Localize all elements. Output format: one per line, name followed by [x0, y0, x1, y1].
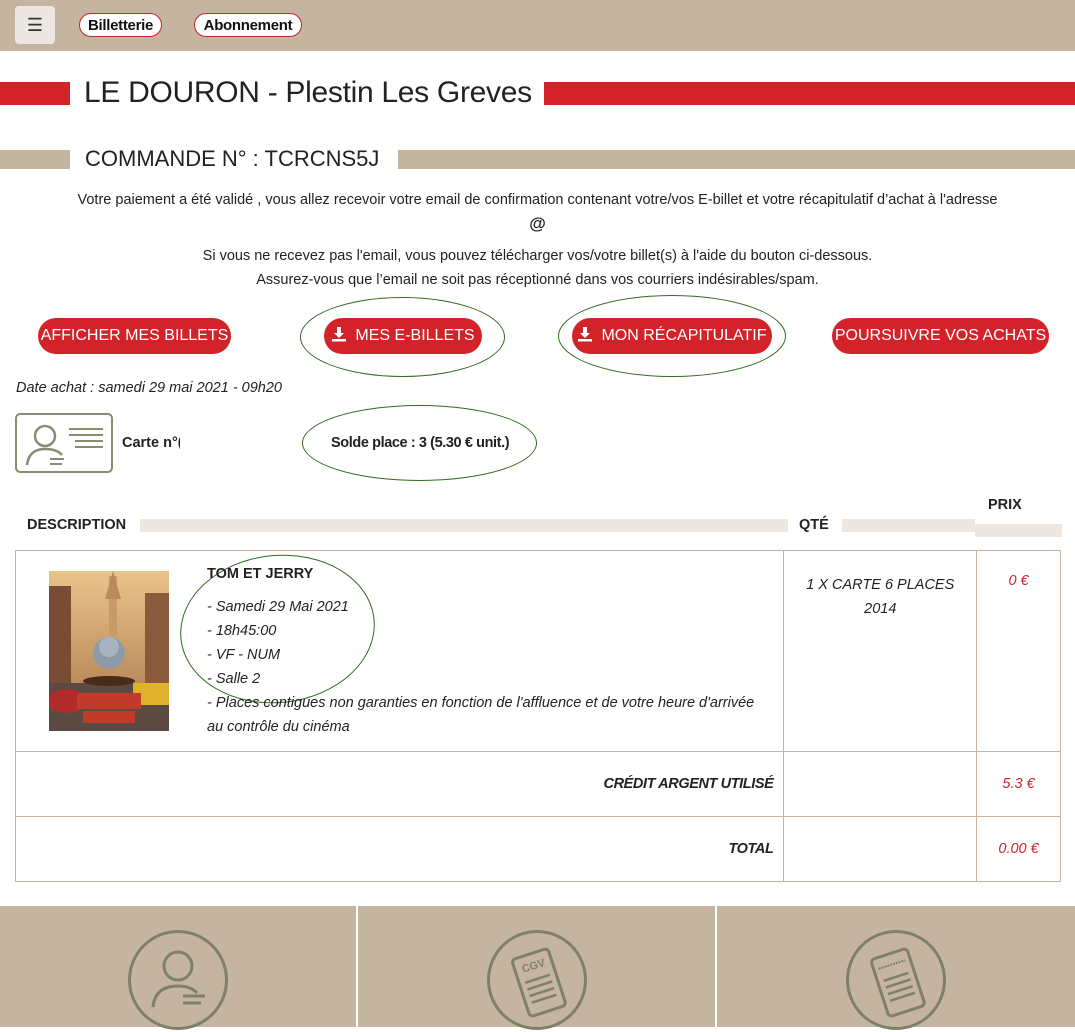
download-icon — [331, 326, 347, 347]
film-date: - Samedi 29 Mai 2021 — [207, 599, 349, 615]
total-label: TOTAL — [14, 816, 785, 882]
qty-line: 2014 — [864, 601, 897, 617]
empty-cell — [783, 816, 978, 882]
show-tickets-label: AFFICHER MES BILLETS — [40, 327, 229, 344]
header-price: PRIX — [988, 497, 1022, 513]
total-value: 0.00 € — [976, 816, 1061, 882]
table-row: CRÉDIT ARGENT UTILISÉ 5.3 € — [14, 751, 1061, 817]
footer-divider — [356, 906, 358, 1027]
recap-label: MON RÉCAPITULATIF — [601, 327, 767, 344]
email-address: @ — [529, 214, 546, 233]
etickets-label: MES E-BILLETS — [355, 327, 475, 344]
movie-poster — [47, 571, 169, 731]
order-left-decor-bar — [0, 150, 70, 169]
title-left-decor-bar — [0, 82, 70, 105]
card-number: Carte n°( — [122, 435, 180, 451]
qty-cell: 1 X CARTE 6 PLACES 2014 — [783, 550, 978, 752]
empty-cell — [783, 751, 978, 817]
payment-confirmation-text: Votre paiement a été validé , vous allez… — [77, 192, 998, 208]
show-tickets-button[interactable]: AFFICHER MES BILLETS — [38, 318, 231, 354]
recap-download-button[interactable]: MON RÉCAPITULATIF — [572, 318, 772, 354]
header-description: DESCRIPTION — [27, 517, 127, 533]
hamburger-menu-button[interactable]: ☰ — [15, 6, 55, 44]
cgv-text: CGV — [520, 957, 547, 976]
seat-balance: Solde place : 3 (5.30 € unit.) — [331, 435, 510, 451]
account-icon[interactable] — [128, 930, 228, 1030]
nav-abonnement-link[interactable]: Abonnement — [194, 13, 302, 37]
title-right-decor-bar — [544, 82, 1075, 105]
top-navbar: ☰ Billetterie Abonnement — [0, 0, 1075, 51]
page-title: LE DOURON - Plestin Les Greves — [84, 76, 532, 109]
order-table: TOM ET JERRY - Samedi 29 Mai 2021 - 18h4… — [14, 550, 1061, 882]
film-title: TOM ET JERRY — [207, 566, 314, 582]
film-seating-note-cont: au contrôle du cinéma — [207, 719, 350, 735]
header-decor-bar — [975, 524, 1062, 537]
download-info-text: Si vous ne recevez pas l'email, vous pou… — [202, 248, 873, 264]
credit-value: 5.3 € — [976, 751, 1061, 817]
header-qty: QTÉ — [799, 517, 829, 533]
purchase-date: Date achat : samedi 29 mai 2021 - 09h20 — [16, 380, 282, 396]
cgv-document-icon[interactable]: CGV — [487, 930, 587, 1030]
nav-billetterie-link[interactable]: Billetterie — [79, 13, 162, 37]
price-cell: 0 € — [976, 550, 1061, 752]
credit-label: CRÉDIT ARGENT UTILISÉ — [14, 751, 785, 817]
film-time: - 18h45:00 — [207, 623, 277, 639]
film-version: - VF - NUM — [207, 647, 281, 663]
film-room: - Salle 2 — [207, 671, 261, 687]
qty-line: 1 X CARTE 6 PLACES — [806, 577, 955, 593]
header-decor-bar — [842, 519, 975, 532]
description-cell: TOM ET JERRY - Samedi 29 Mai 2021 - 18h4… — [14, 550, 785, 752]
etickets-download-button[interactable]: MES E-BILLETS — [324, 318, 482, 354]
footer: CGV — [0, 906, 1075, 1030]
continue-shopping-button[interactable]: POURSUIVRE VOS ACHATS — [832, 318, 1049, 354]
hamburger-icon: ☰ — [26, 14, 44, 35]
spam-warning-text: Assurez-vous que l’email ne soit pas réc… — [256, 272, 819, 288]
film-seating-note: - Places contigues non garanties en fonc… — [207, 695, 755, 711]
footer-divider — [715, 906, 717, 1027]
continue-shopping-label: POURSUIVRE VOS ACHATS — [834, 327, 1047, 344]
legal-document-icon[interactable] — [846, 930, 946, 1030]
member-card-icon — [15, 413, 113, 473]
header-decor-bar — [140, 519, 788, 532]
order-number: COMMANDE N° : TCRCNS5J — [85, 146, 380, 171]
table-row: TOM ET JERRY - Samedi 29 Mai 2021 - 18h4… — [14, 550, 1061, 752]
table-row: TOTAL 0.00 € — [14, 816, 1061, 882]
order-right-decor-bar — [398, 150, 1075, 169]
download-icon — [577, 326, 593, 347]
